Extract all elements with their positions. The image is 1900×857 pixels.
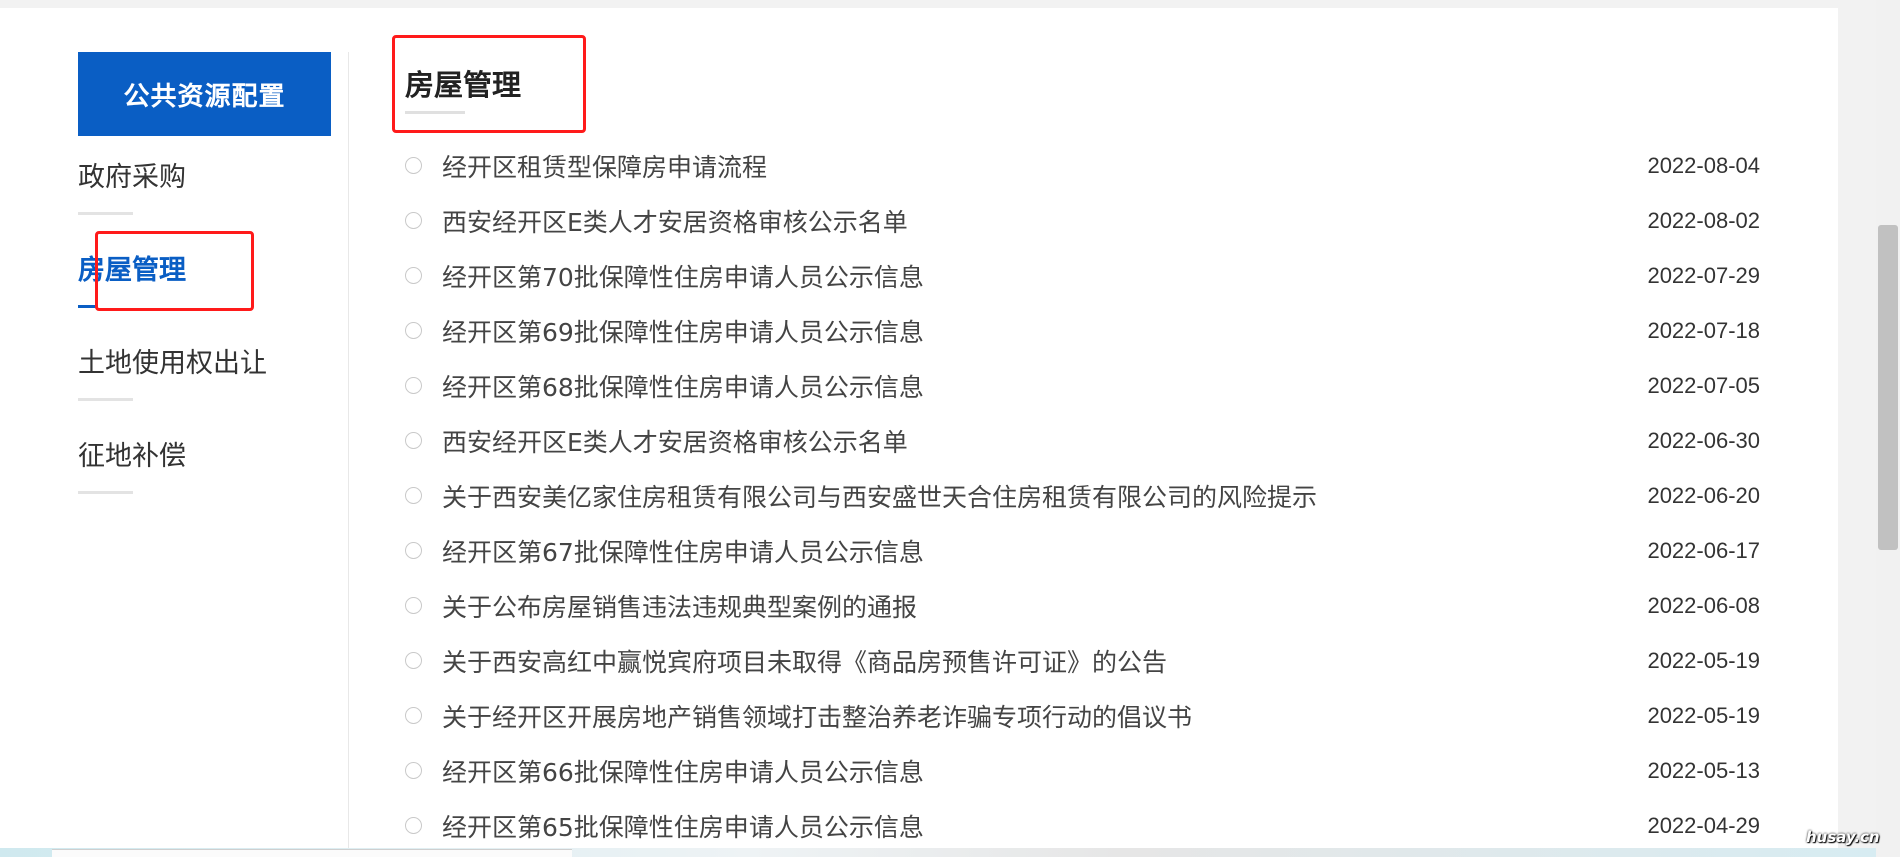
list-item[interactable]: 经开区第69批保障性住房申请人员公示信息 2022-07-18 [405, 303, 1760, 358]
sidebar-item-underline [78, 398, 133, 401]
bullet-circle-icon [405, 157, 422, 174]
list-item[interactable]: 经开区租赁型保障房申请流程 2022-08-04 [405, 138, 1760, 193]
bullet-circle-icon [405, 377, 422, 394]
news-date: 2022-05-13 [1647, 757, 1760, 783]
list-item[interactable]: 经开区第68批保障性住房申请人员公示信息 2022-07-05 [405, 358, 1760, 413]
scrollbar-thumb[interactable] [1878, 225, 1898, 550]
sidebar: 公共资源配置 [78, 52, 331, 136]
bullet-circle-icon [405, 322, 422, 339]
news-title-link[interactable]: 经开区第67批保障性住房申请人员公示信息 [442, 533, 924, 569]
sidebar-item-underline [78, 212, 133, 215]
news-title-link[interactable]: 经开区第69批保障性住房申请人员公示信息 [442, 313, 924, 349]
list-item[interactable]: 关于西安美亿家住房租赁有限公司与西安盛世天合住房租赁有限公司的风险提示 2022… [405, 468, 1760, 523]
bottom-bar-segment [52, 849, 572, 857]
news-date: 2022-07-29 [1647, 262, 1760, 288]
bullet-circle-icon [405, 212, 422, 229]
list-item[interactable]: 经开区第66批保障性住房申请人员公示信息 2022-05-13 [405, 743, 1760, 798]
news-date: 2022-05-19 [1647, 647, 1760, 673]
list-item[interactable]: 经开区第65批保障性住房申请人员公示信息 2022-04-29 [405, 798, 1760, 853]
news-title-link[interactable]: 西安经开区E类人才安居资格审核公示名单 [442, 203, 908, 239]
sidebar-item-land-use-rights[interactable]: 土地使用权出让 [78, 346, 278, 401]
sidebar-item-label: 征地补偿 [78, 441, 186, 472]
news-title-link[interactable]: 关于经开区开展房地产销售领域打击整治养老诈骗专项行动的倡议书 [442, 698, 1192, 734]
bullet-circle-icon [405, 267, 422, 284]
news-title-link[interactable]: 关于西安高红中赢悦宾府项目未取得《商品房预售许可证》的公告 [442, 643, 1167, 679]
bullet-circle-icon [405, 707, 422, 724]
news-date: 2022-06-08 [1647, 592, 1760, 618]
list-item[interactable]: 经开区第67批保障性住房申请人员公示信息 2022-06-17 [405, 523, 1760, 578]
list-item[interactable]: 关于经开区开展房地产销售领域打击整治养老诈骗专项行动的倡议书 2022-05-1… [405, 688, 1760, 743]
list-item[interactable]: 关于公布房屋销售违法违规典型案例的通报 2022-06-08 [405, 578, 1760, 633]
news-title-link[interactable]: 经开区租赁型保障房申请流程 [442, 148, 767, 184]
news-title-link[interactable]: 经开区第65批保障性住房申请人员公示信息 [442, 808, 924, 844]
news-date: 2022-07-18 [1647, 317, 1760, 343]
bullet-circle-icon [405, 597, 422, 614]
list-item[interactable]: 西安经开区E类人才安居资格审核公示名单 2022-06-30 [405, 413, 1760, 468]
bullet-circle-icon [405, 432, 422, 449]
news-title-link[interactable]: 经开区第68批保障性住房申请人员公示信息 [442, 368, 924, 404]
news-date: 2022-08-02 [1647, 207, 1760, 233]
highlight-box-sidebar [95, 231, 254, 311]
watermark-text: husay.cn [1806, 828, 1880, 846]
sidebar-header: 公共资源配置 [78, 52, 331, 136]
highlight-box-title [392, 35, 586, 133]
news-title-link[interactable]: 关于西安美亿家住房租赁有限公司与西安盛世天合住房租赁有限公司的风险提示 [442, 478, 1317, 514]
bullet-circle-icon [405, 762, 422, 779]
sidebar-item-label: 政府采购 [78, 162, 186, 193]
news-title-link[interactable]: 关于公布房屋销售违法违规典型案例的通报 [442, 588, 917, 624]
news-title-link[interactable]: 经开区第70批保障性住房申请人员公示信息 [442, 258, 924, 294]
news-date: 2022-06-30 [1647, 427, 1760, 453]
news-title-link[interactable]: 西安经开区E类人才安居资格审核公示名单 [442, 423, 908, 459]
bullet-circle-icon [405, 487, 422, 504]
news-date: 2022-05-19 [1647, 702, 1760, 728]
news-date: 2022-06-17 [1647, 537, 1760, 563]
news-date: 2022-06-20 [1647, 482, 1760, 508]
sidebar-item-government-procurement[interactable]: 政府采购 [78, 160, 278, 215]
list-item[interactable]: 西安经开区E类人才安居资格审核公示名单 2022-08-02 [405, 193, 1760, 248]
sidebar-item-land-compensation[interactable]: 征地补偿 [78, 439, 278, 494]
list-item[interactable]: 经开区第70批保障性住房申请人员公示信息 2022-07-29 [405, 248, 1760, 303]
sidebar-item-label: 土地使用权出让 [78, 348, 267, 379]
news-date: 2022-04-29 [1647, 812, 1760, 838]
news-date: 2022-08-04 [1647, 152, 1760, 178]
sidebar-item-underline [78, 491, 133, 494]
vertical-divider [348, 52, 349, 857]
news-title-link[interactable]: 经开区第66批保障性住房申请人员公示信息 [442, 753, 924, 789]
news-list: 经开区租赁型保障房申请流程 2022-08-04 西安经开区E类人才安居资格审核… [405, 138, 1760, 853]
news-date: 2022-07-05 [1647, 372, 1760, 398]
bullet-circle-icon [405, 542, 422, 559]
bullet-circle-icon [405, 817, 422, 834]
bullet-circle-icon [405, 652, 422, 669]
list-item[interactable]: 关于西安高红中赢悦宾府项目未取得《商品房预售许可证》的公告 2022-05-19 [405, 633, 1760, 688]
